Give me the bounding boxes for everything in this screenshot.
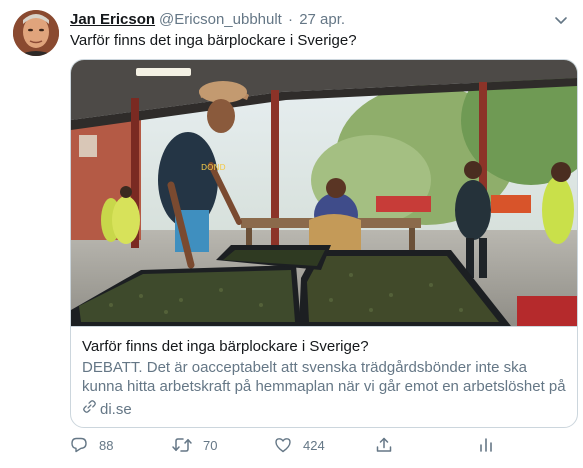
share-icon xyxy=(375,436,393,454)
like-count: 424 xyxy=(303,437,325,453)
card-domain-text: di.se xyxy=(100,400,132,418)
chevron-down-icon[interactable] xyxy=(553,12,569,28)
svg-text:DOND: DOND xyxy=(201,163,226,172)
tweet[interactable]: Jan Ericson @Ericson_ubbhult · 27 apr. Va… xyxy=(0,0,583,468)
tweet-date[interactable]: 27 apr. xyxy=(299,11,345,28)
action-bar: 88 70 424 xyxy=(70,436,510,460)
author-name[interactable]: Jan Ericson xyxy=(70,11,155,28)
tweet-header: Jan Ericson @Ericson_ubbhult · 27 apr. xyxy=(70,10,573,30)
heart-icon xyxy=(274,436,292,454)
analytics-button[interactable] xyxy=(477,436,495,454)
retweet-icon xyxy=(172,436,192,454)
separator-dot: · xyxy=(288,11,294,28)
reply-button[interactable]: 88 xyxy=(70,436,113,454)
avatar[interactable] xyxy=(13,10,59,56)
card-body[interactable]: Varför finns det inga bärplockare i Sver… xyxy=(71,326,577,427)
like-button[interactable]: 424 xyxy=(274,436,325,454)
retweet-count: 70 xyxy=(203,437,218,453)
card-domain: di.se xyxy=(82,399,566,420)
link-icon xyxy=(82,399,97,420)
card-description: DEBATT. Det är oacceptabelt att svenska … xyxy=(82,359,566,395)
author-handle[interactable]: @Ericson_ubbhult xyxy=(159,11,282,28)
reply-icon xyxy=(70,436,88,454)
tweet-text: Varför finns det inga bärplockare i Sver… xyxy=(70,32,357,49)
retweet-button[interactable]: 70 xyxy=(172,436,217,454)
share-button[interactable] xyxy=(375,436,393,454)
reply-count: 88 xyxy=(99,437,114,453)
link-card[interactable]: DOND Varför finns det inga bärplockare i… xyxy=(70,59,578,428)
card-image[interactable]: DOND xyxy=(71,60,577,326)
analytics-icon xyxy=(477,436,495,454)
card-title: Varför finns det inga bärplockare i Sver… xyxy=(82,338,369,355)
